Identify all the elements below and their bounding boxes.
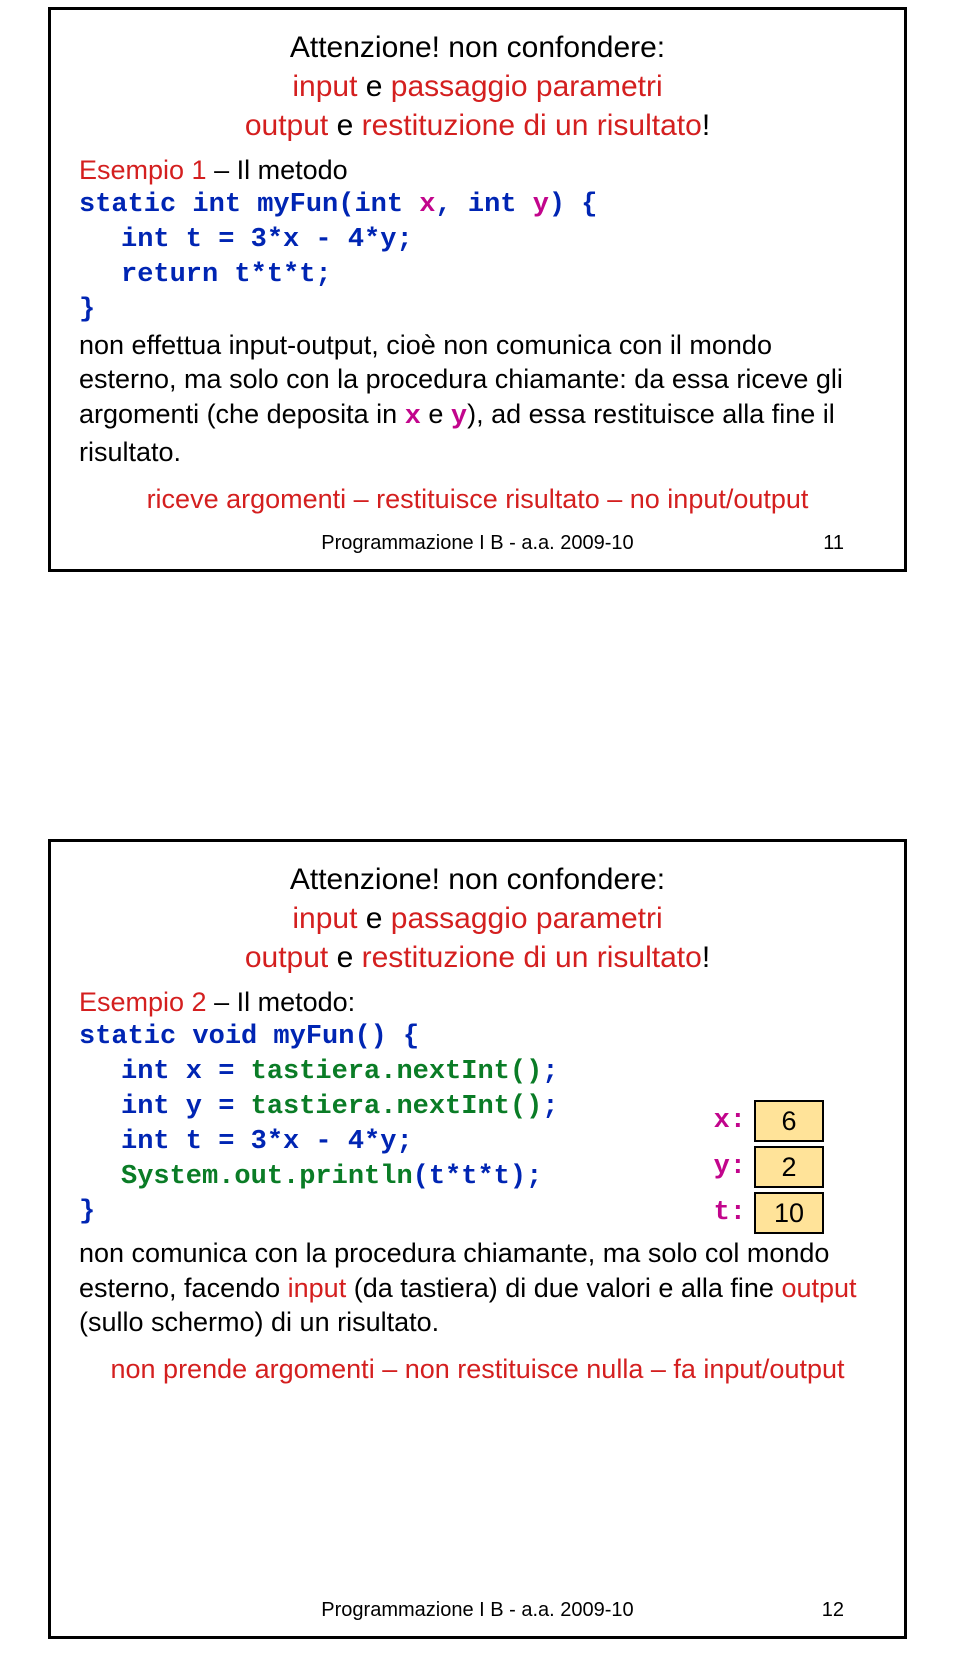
s2-close: } bbox=[79, 1197, 95, 1227]
slide1-title: Attenzione! non confondere: input e pass… bbox=[79, 28, 876, 145]
var-t-label: t: bbox=[706, 1198, 746, 1228]
footer-text: Programmazione I B - a.a. 2009-10 bbox=[321, 532, 633, 554]
c-body1: int t = 3*x - 4*y; bbox=[121, 225, 413, 255]
s2t2a: input bbox=[292, 902, 357, 935]
c-sig-x: x bbox=[419, 190, 435, 220]
ex2-label: Esempio 2 bbox=[79, 987, 207, 1017]
page-number: 11 bbox=[823, 532, 844, 555]
s2t3d: ! bbox=[702, 941, 710, 974]
s2-code-l2: int x = tastiera.nextInt(); bbox=[79, 1055, 876, 1090]
slide2-body: non comunica con la procedura chiamante,… bbox=[79, 1236, 876, 1340]
t3b: e bbox=[328, 109, 361, 142]
s2-l5c: ; bbox=[526, 1162, 542, 1192]
variable-table: x: 6 y: 2 t: 10 bbox=[706, 1100, 824, 1238]
s2-body-c: (sullo schermo) di un risultato. bbox=[79, 1307, 439, 1337]
s2t2b: e bbox=[357, 902, 390, 935]
body-mid: e bbox=[421, 399, 451, 429]
code-close: } bbox=[79, 293, 876, 328]
s2-l3b: tastiera.nextInt() bbox=[251, 1092, 543, 1122]
s2-sig: static void myFun() { bbox=[79, 1022, 419, 1052]
slide-1: Attenzione! non confondere: input e pass… bbox=[0, 0, 960, 827]
var-x-label: x: bbox=[706, 1106, 746, 1136]
s2-l2b: tastiera.nextInt() bbox=[251, 1057, 543, 1087]
s2-l2a: int x = bbox=[121, 1057, 251, 1087]
slide2-footer: Programmazione I B - a.a. 2009-10 12 bbox=[51, 1599, 904, 1622]
s2t2c: passaggio parametri bbox=[391, 902, 663, 935]
s2-l4: int t = 3*x - 4*y; bbox=[121, 1127, 413, 1157]
s2-body-b: (da tastiera) di due valori e alla fine bbox=[346, 1273, 781, 1303]
s2-body-input: input bbox=[288, 1273, 347, 1303]
t3d: ! bbox=[702, 109, 710, 142]
var-y-value: 2 bbox=[754, 1146, 824, 1188]
slide1-body: non effettua input-output, cioè non comu… bbox=[79, 328, 876, 470]
s2-code-sig: static void myFun() { bbox=[79, 1020, 876, 1055]
c-body2: return t*t*t; bbox=[121, 260, 332, 290]
s2-l5b: (t*t*t) bbox=[413, 1162, 526, 1192]
code-line3: return t*t*t; bbox=[79, 258, 876, 293]
t3c: restituzione di un risultato bbox=[362, 109, 702, 142]
c-sig-y: y bbox=[533, 190, 549, 220]
c-sig-b: , int bbox=[435, 190, 532, 220]
var-y-label: y: bbox=[706, 1152, 746, 1182]
ex1-label: Esempio 1 bbox=[79, 155, 207, 185]
footer-text-2: Programmazione I B - a.a. 2009-10 bbox=[321, 1599, 633, 1621]
slide2-frame: Attenzione! non confondere: input e pass… bbox=[48, 839, 907, 1639]
slide2-title: Attenzione! non confondere: input e pass… bbox=[79, 860, 876, 977]
slide1-frame: Attenzione! non confondere: input e pass… bbox=[48, 7, 907, 572]
s2t3b: e bbox=[328, 941, 361, 974]
s2-l3c: ; bbox=[542, 1092, 558, 1122]
slide-2: Attenzione! non confondere: input e pass… bbox=[0, 827, 960, 1654]
s2t3a: output bbox=[245, 941, 328, 974]
code-line2: int t = 3*x - 4*y; bbox=[79, 223, 876, 258]
slide1-summary: riceve argomenti – restituisce risultato… bbox=[79, 484, 876, 515]
page-number-2: 12 bbox=[822, 1599, 844, 1622]
body-y: y bbox=[451, 402, 467, 432]
example2-heading: Esempio 2 – Il metodo: bbox=[79, 985, 876, 1020]
var-x-value: 6 bbox=[754, 1100, 824, 1142]
code-block-1: static int myFun(int x, int y) { bbox=[79, 188, 876, 223]
var-row-x: x: 6 bbox=[706, 1100, 824, 1142]
title-line1: Attenzione! non confondere: bbox=[290, 31, 665, 64]
s2t3c: restituzione di un risultato bbox=[362, 941, 702, 974]
c-sig-c: ) { bbox=[549, 190, 598, 220]
c-sig-a: static int myFun(int bbox=[79, 190, 419, 220]
slide1-footer: Programmazione I B - a.a. 2009-10 11 bbox=[51, 532, 904, 555]
var-t-value: 10 bbox=[754, 1192, 824, 1234]
s2-l2c: ; bbox=[542, 1057, 558, 1087]
s2-l3a: int y = bbox=[121, 1092, 251, 1122]
t2c: passaggio parametri bbox=[391, 70, 663, 103]
var-row-t: t: 10 bbox=[706, 1192, 824, 1234]
slide2-summary: non prende argomenti – non restituisce n… bbox=[79, 1354, 876, 1385]
example-heading: Esempio 1 – Il metodo bbox=[79, 153, 876, 188]
body-x: x bbox=[405, 402, 421, 432]
ex2-text: – Il metodo: bbox=[207, 987, 356, 1017]
t3a: output bbox=[245, 109, 328, 142]
s2-l5a: System.out.println bbox=[121, 1162, 413, 1192]
s2-title-line1: Attenzione! non confondere: bbox=[290, 863, 665, 896]
var-row-y: y: 2 bbox=[706, 1146, 824, 1188]
t2a: input bbox=[292, 70, 357, 103]
t2b: e bbox=[357, 70, 390, 103]
ex1-text: – Il metodo bbox=[207, 155, 348, 185]
s2-body-output: output bbox=[781, 1273, 856, 1303]
c-close: } bbox=[79, 295, 95, 325]
